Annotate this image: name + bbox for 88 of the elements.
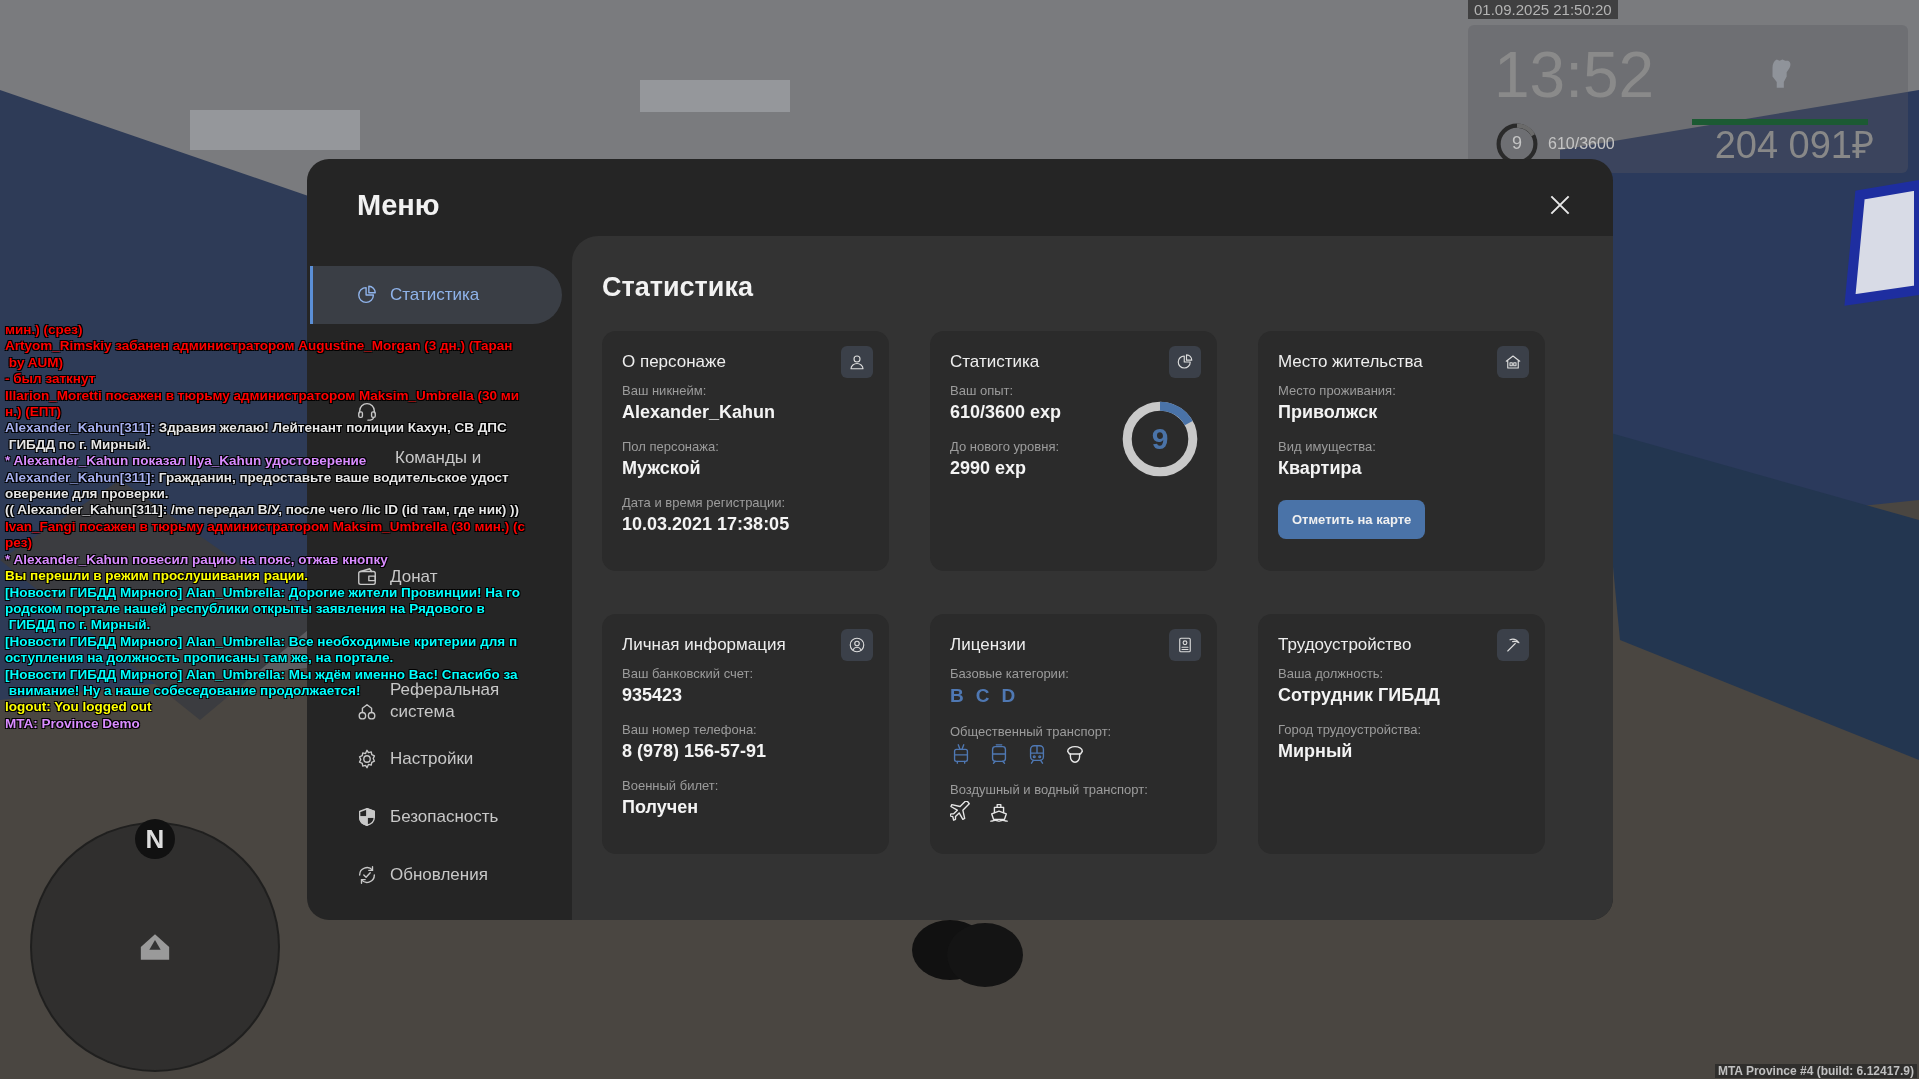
field-value: Приволжск [1278,401,1379,424]
person-circle-icon [848,636,866,654]
field-label: Ваш банковский счет: [622,665,755,683]
level-number: 9 [1511,133,1523,152]
sidebar-item[interactable]: Безопасность [356,806,499,828]
person-icon [848,353,866,371]
card-title: Лицензии [950,635,1026,655]
chat-line: Alexander_Kahun[311]: Здравия желаю! Лейтенант полиции Кахун, СВ ДПС [5,420,507,437]
field-label: Военный билет: [622,777,720,795]
field-label: Воздушный и водный транспорт: [950,781,1148,799]
chat-line: Ivan_Fangi посажен в тюрьму администратором Maksim_Umbrella (30 мин.) (с [5,518,525,536]
chat-line: мин.) (срез) [5,322,83,339]
chat-line: Вы перешли в режим прослушивания рации. [5,568,309,585]
pie-chart-icon [1176,353,1194,371]
menu-title: Меню [356,189,441,223]
chat-line: by AUM) [7,354,63,372]
chat-line: [Новости ГИБДД Мирного] Alan_Umbrella: Все необходимые критерии для п [5,633,518,651]
field-label: Ваш опыт: [950,382,1015,400]
pie-chart-icon [356,284,378,306]
card-title: Место жительства [1278,352,1423,372]
field-value: Alexander_Kahun [622,401,777,424]
settings-icon [356,748,378,770]
id-card-icon [1176,636,1194,654]
chat-line: оступления на должность прописаны там же, на портале. [5,650,394,667]
chat-line: Illarion_Moretti посажен в тюрьму администратором Maksim_Umbrella (30 ми [5,387,520,405]
wallet-icon [356,566,378,588]
field-label: Ваш номер телефона: [622,721,758,739]
map-button[interactable]: Отметить на карте [1278,500,1426,539]
field-value: Квартира [1278,457,1363,480]
field-label: Ваш никнейм: [622,382,708,400]
sidebar-item[interactable] [356,400,378,422]
chat-line: н.) (ЕПТ) [5,404,62,421]
field-value: Получен [622,796,700,819]
card-title: О персонаже [622,352,726,372]
sidebar-item[interactable]: Статистика [310,266,562,324]
chat-line: (( Alexander_Kahun[311]: /me передал В/У, после чего /lic ID (id там, где ник) )) [5,502,519,519]
field-label: Пол персонажа: [622,438,720,456]
shield-icon [356,806,378,828]
field-label: Вид имущества: [1278,438,1377,456]
refresh-check-icon [356,864,378,886]
field-value: 610/3600 exp [950,401,1062,424]
chat-line: * Alexander_Kahun показал Ilya_Kahun удостоверение [5,453,367,470]
section-title: Статистика [602,272,753,304]
license-category: C [975,685,990,707]
field-value: 10.03.2021 17:38:05 [622,513,790,536]
field-label: Базовые категории: [950,665,1070,683]
level-number: 9 [1150,424,1170,454]
field-label: Ваша должность: [1278,665,1385,683]
field-label: Место проживания: [1278,382,1397,400]
chat-line: ГИБДД по г. Мирный. [7,617,151,634]
chat-line: Alexander_Kahun[311]: Гражданин, предоставьте ваше водительское удост [5,469,509,487]
card-title: Статистика [950,352,1040,372]
field-label: До нового уровня: [950,438,1061,456]
field-value: 935423 [622,684,684,707]
chat-line: родском портале нашей республики открыты заявления на Рядового в [5,600,485,618]
chat-line: - был заткнут [5,371,96,388]
pickaxe-icon [1504,636,1522,654]
chat-line: оверение для проверки. [5,486,169,503]
chat-line: [Новости ГИБДД Мирного] Alan_Umbrella: Мы ждём именно Вас! Спасибо за [5,666,518,682]
chat-line: ГИБДД по г. Мирный. [7,436,151,454]
chat-line: * Alexander_Kahun повесил рацию на пояс, отжав кнопку [5,551,388,569]
referral-icon [356,701,378,723]
field-value: 8 (978) 156-57-91 [622,740,767,763]
chat-line: рез) [5,535,32,552]
sidebar-item[interactable]: Обновления [356,864,488,886]
chat-line: logout: You logged out [5,699,152,716]
sidebar-item[interactable]: Настройки [356,748,474,770]
card-title: Личная информация [622,635,786,655]
chat-line: внимание! Ну а наше собеседование продолжается! [7,682,361,700]
license-category: B [950,685,964,707]
field-value: Мирный [1278,740,1354,763]
experience-text: 610/3600 [1548,134,1615,153]
field-label: Дата и время регистрации: [622,494,787,512]
card-title: Трудоустройство [1278,635,1412,655]
version-text: MTA Province #4 (build: 6.12417.9) [1714,1064,1917,1078]
chat-line: Artyom_Rimskiy забанен администратором Augustine_Morgan (3 дн.) (Таран [5,338,513,355]
sidebar-item[interactable]: Команды и [395,447,482,469]
field-value: Сотрудник ГИБДД [1278,684,1440,707]
money-amount: 204 091₽ [1714,125,1874,167]
field-label: Общественный транспорт: [950,723,1113,741]
field-label: Город трудоустройства: [1278,721,1423,739]
license-category: D [1001,685,1016,707]
field-value: 2990 exp [950,457,1028,480]
date-time: 01.09.2025 21:50:20 [1468,0,1618,19]
house-icon [1504,353,1522,371]
field-value: Мужской [622,457,702,480]
headset-icon [356,400,378,422]
chat-line: MTA: Province Demo [5,715,140,733]
